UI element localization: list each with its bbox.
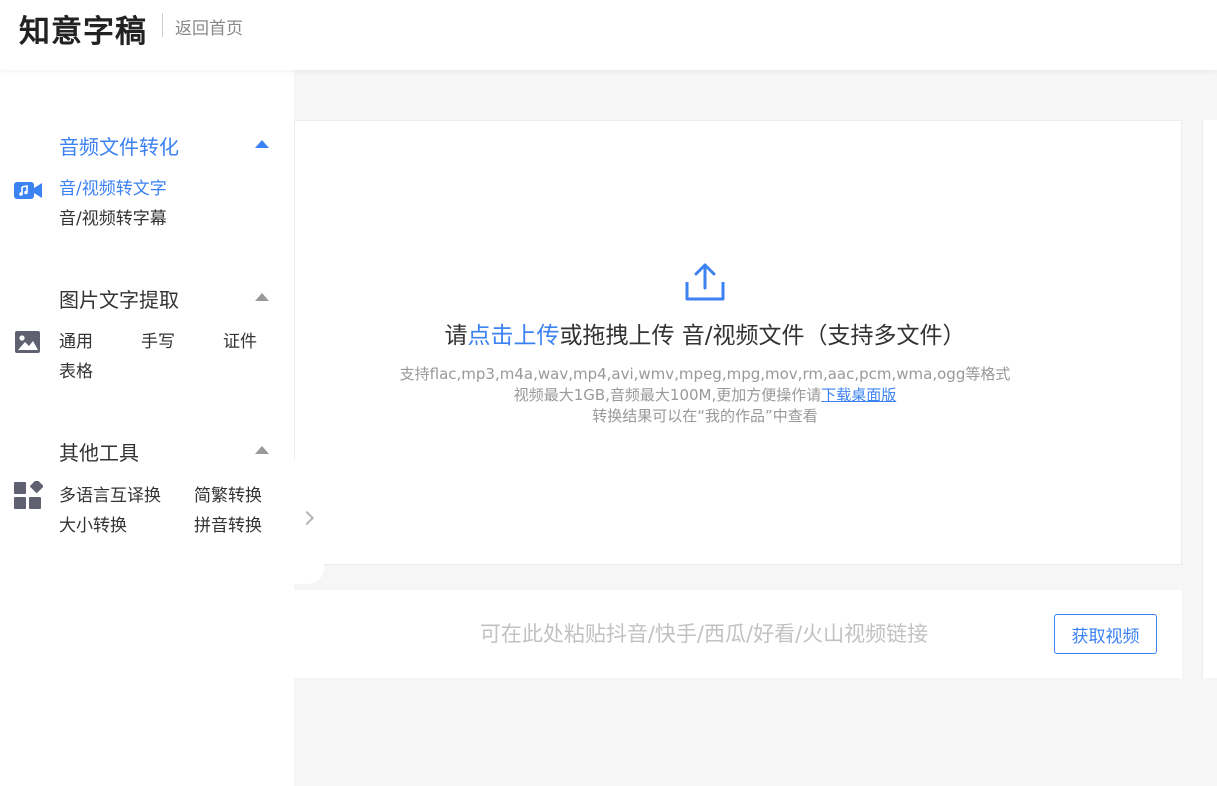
- section-title-tools[interactable]: 其他工具: [59, 437, 139, 466]
- click-upload-link[interactable]: 点击上传: [467, 323, 559, 349]
- video-camera-icon: [14, 182, 42, 199]
- section-title-audio[interactable]: 音频文件转化: [59, 131, 179, 160]
- upload-title-suffix: 或拖拽上传 音/视频文件（支持多文件）: [559, 323, 966, 349]
- sidebar-item-case-convert[interactable]: 大小转换: [59, 511, 127, 536]
- video-link-bar: 获取视频: [294, 590, 1182, 678]
- tools-grid-icon: [14, 481, 43, 509]
- result-location-hint: 转换结果可以在“我的作品”中查看: [592, 407, 818, 425]
- sidebar-item-audio-to-text[interactable]: 音/视频转文字: [59, 174, 167, 199]
- caret-up-icon[interactable]: [255, 446, 269, 454]
- size-limit-prefix: 视频最大1GB,音频最大100M,更加方便操作请: [513, 386, 822, 404]
- sidebar-item-table[interactable]: 表格: [59, 357, 93, 382]
- top-header: 知意字稿 返回首页: [0, 0, 1217, 70]
- sidebar: 音频文件转化 音/视频转文字 音/视频转字幕 图片文字提取 通用 手写 证件 表…: [0, 70, 294, 786]
- upload-title-prefix: 请: [444, 323, 468, 349]
- supported-formats-text: 支持flac,mp3,m4a,wav,mp4,avi,wmv,mpeg,mpg,…: [399, 365, 1011, 383]
- section-title-image[interactable]: 图片文字提取: [59, 284, 179, 313]
- download-desktop-link[interactable]: 下载桌面版: [821, 386, 896, 404]
- size-limit-text: 视频最大1GB,音频最大100M,更加方便操作请下载桌面版: [295, 384, 1115, 405]
- sidebar-item-general[interactable]: 通用: [59, 327, 93, 352]
- sidebar-item-handwriting[interactable]: 手写: [141, 327, 175, 352]
- header-divider: [162, 13, 163, 37]
- upload-dropzone[interactable]: 请点击上传或拖拽上传 音/视频文件（支持多文件） 支持flac,mp3,m4a,…: [294, 120, 1182, 565]
- sidebar-collapse-tab[interactable]: [294, 460, 324, 584]
- caret-up-icon[interactable]: [255, 140, 269, 148]
- video-link-input[interactable]: [394, 616, 1014, 652]
- sidebar-item-id-document[interactable]: 证件: [223, 327, 257, 352]
- sidebar-item-simplified-traditional[interactable]: 简繁转换: [194, 481, 262, 506]
- image-icon: [15, 331, 40, 353]
- caret-up-icon[interactable]: [255, 293, 269, 301]
- fetch-video-button[interactable]: 获取视频: [1054, 614, 1157, 654]
- right-panel: [1202, 120, 1217, 678]
- back-home-link[interactable]: 返回首页: [175, 14, 243, 39]
- app-logo[interactable]: 知意字稿: [19, 6, 147, 51]
- sidebar-item-audio-to-subtitle[interactable]: 音/视频转字幕: [59, 204, 167, 229]
- chevron-right-icon: [299, 510, 315, 526]
- sidebar-item-pinyin[interactable]: 拼音转换: [194, 511, 262, 536]
- sidebar-item-translate[interactable]: 多语言互译换: [59, 481, 161, 506]
- upload-icon[interactable]: [683, 262, 727, 302]
- upload-title: 请点击上传或拖拽上传 音/视频文件（支持多文件）: [295, 316, 1115, 350]
